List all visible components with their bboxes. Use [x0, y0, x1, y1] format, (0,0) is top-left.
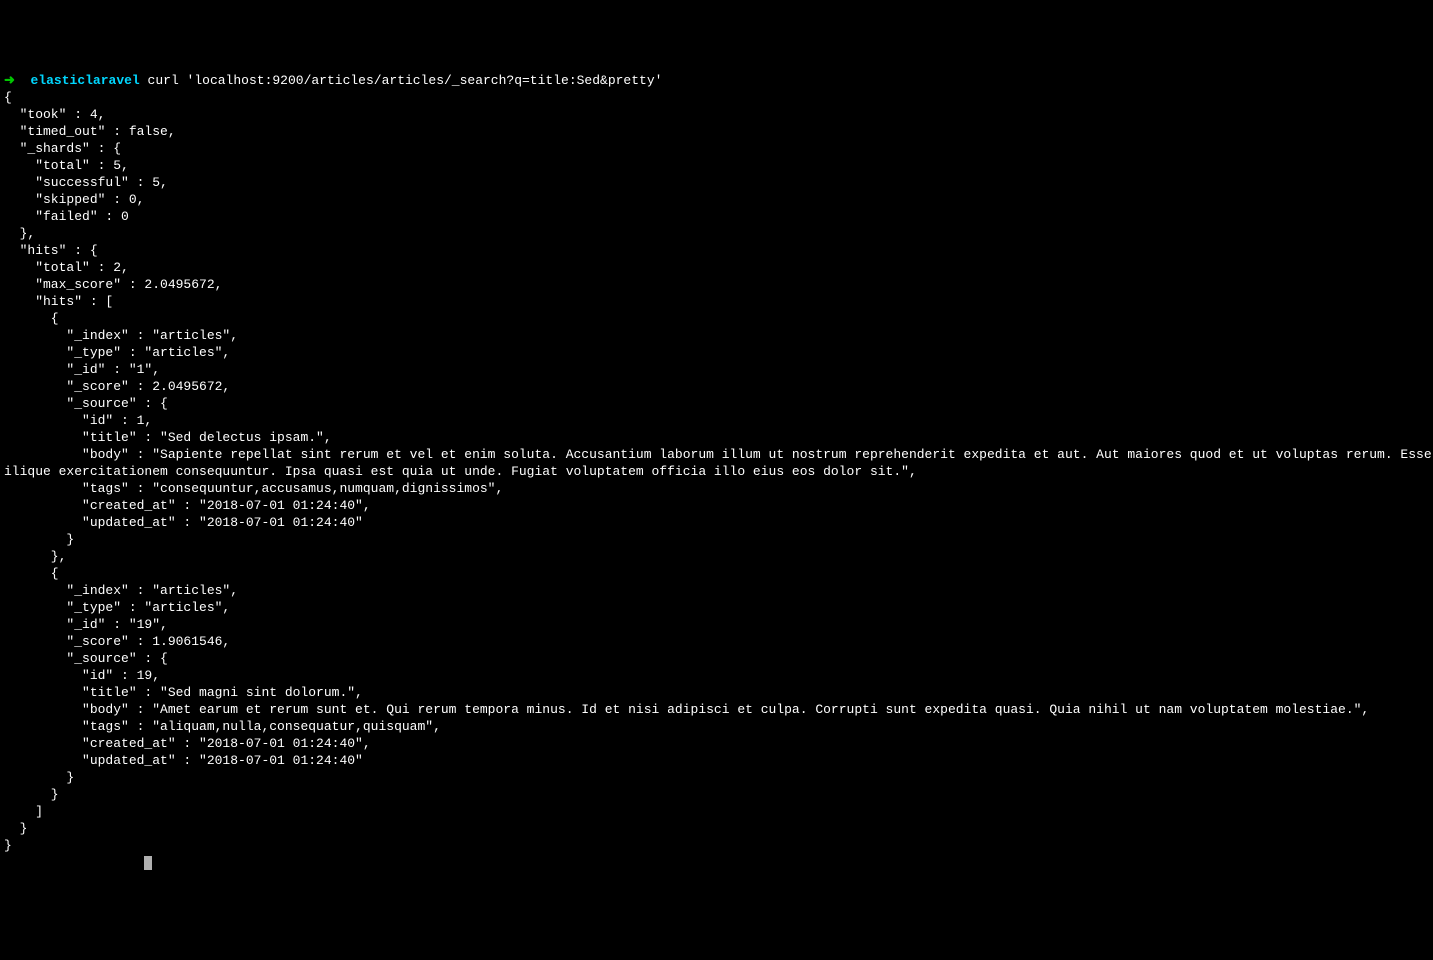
json-line: { — [4, 311, 59, 326]
json-line: "total" : 2, — [4, 260, 129, 275]
json-line: "_source" : { — [4, 651, 168, 666]
json-line: } — [4, 787, 59, 802]
json-line: { — [4, 90, 12, 105]
json-line: { — [4, 566, 59, 581]
json-line: "max_score" : 2.0495672, — [4, 277, 222, 292]
json-line: "successful" : 5, — [4, 175, 168, 190]
json-line: "_score" : 2.0495672, — [4, 379, 230, 394]
json-line: "id" : 1, — [4, 413, 152, 428]
json-line: "title" : "Sed delectus ipsam.", — [4, 430, 332, 445]
json-line: }, — [4, 549, 66, 564]
json-line: "updated_at" : "2018-07-01 01:24:40" — [4, 515, 363, 530]
json-line: } — [4, 532, 74, 547]
terminal-output[interactable]: ➜ elasticlaravel curl 'localhost:9200/ar… — [4, 72, 1429, 871]
json-line: ilique exercitationem consequuntur. Ipsa… — [4, 464, 917, 479]
prompt-arrow-icon: ➜ — [4, 73, 15, 88]
json-line: "id" : 19, — [4, 668, 160, 683]
json-line: "_source" : { — [4, 396, 168, 411]
cursor-icon — [144, 856, 152, 870]
json-line: ] — [4, 804, 43, 819]
json-line: "_score" : 1.9061546, — [4, 634, 230, 649]
json-line: "title" : "Sed magni sint dolorum.", — [4, 685, 363, 700]
json-line: "took" : 4, — [4, 107, 105, 122]
json-line: "failed" : 0 — [4, 209, 129, 224]
json-line: } — [4, 838, 12, 853]
json-line: "body" : "Amet earum et rerum sunt et. Q… — [4, 702, 1369, 717]
json-line: "hits" : [ — [4, 294, 113, 309]
json-line: "updated_at" : "2018-07-01 01:24:40" — [4, 753, 363, 768]
json-line: "created_at" : "2018-07-01 01:24:40", — [4, 736, 371, 751]
prompt-path: elasticlaravel — [31, 73, 140, 88]
json-line: "tags" : "consequuntur,accusamus,numquam… — [4, 481, 503, 496]
json-line: "_id" : "19", — [4, 617, 168, 632]
json-line: "total" : 5, — [4, 158, 129, 173]
json-line: "_shards" : { — [4, 141, 121, 156]
json-line: } — [4, 821, 27, 836]
json-line: "body" : "Sapiente repellat sint rerum e… — [4, 447, 1433, 462]
command-text: curl 'localhost:9200/articles/articles/_… — [148, 73, 663, 88]
json-line: "_type" : "articles", — [4, 345, 230, 360]
json-line: "timed_out" : false, — [4, 124, 176, 139]
json-line: "tags" : "aliquam,nulla,consequatur,quis… — [4, 719, 441, 734]
json-line: "_type" : "articles", — [4, 600, 230, 615]
json-line: "_index" : "articles", — [4, 328, 238, 343]
json-line: "created_at" : "2018-07-01 01:24:40", — [4, 498, 371, 513]
json-line: } — [4, 770, 74, 785]
json-line: "_index" : "articles", — [4, 583, 238, 598]
json-line: "_id" : "1", — [4, 362, 160, 377]
json-line: "skipped" : 0, — [4, 192, 144, 207]
json-line: "hits" : { — [4, 243, 98, 258]
json-line: }, — [4, 226, 35, 241]
